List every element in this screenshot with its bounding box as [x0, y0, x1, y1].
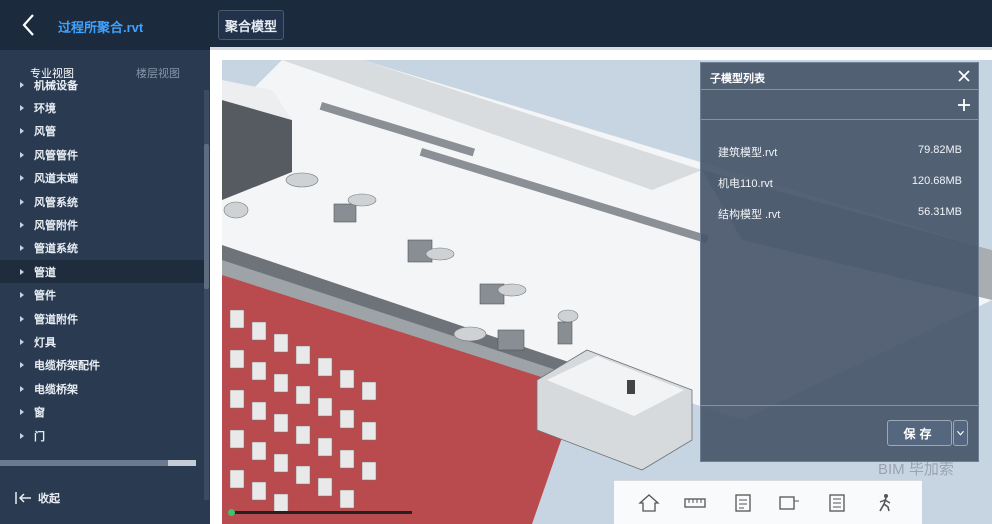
save-button[interactable]: 保存: [887, 420, 952, 446]
chevron-down-icon[interactable]: [953, 420, 968, 446]
sidebar-tree-item[interactable]: 电缆桥架: [0, 377, 204, 400]
sidebar-item-label: 灯具: [34, 336, 56, 349]
caret-right-icon[interactable]: [20, 432, 24, 439]
caret-right-icon[interactable]: [20, 151, 24, 158]
sidebar-item-label: 风管系统: [34, 196, 78, 209]
properties-icon[interactable]: [732, 493, 754, 513]
caret-right-icon[interactable]: [20, 175, 24, 182]
sidebar-item-label: 风道末端: [34, 173, 78, 186]
home-icon[interactable]: [638, 493, 660, 513]
sidebar-tree-item[interactable]: 窗: [0, 401, 204, 424]
sidebar-tree-item[interactable]: 门: [0, 424, 204, 447]
sidebar-tree-item[interactable]: 风道末端: [0, 167, 204, 190]
sidebar-tree-item[interactable]: 风管: [0, 120, 204, 143]
sidebar-tree-item[interactable]: 环境: [0, 96, 204, 119]
measure-icon[interactable]: [684, 493, 706, 513]
sidebar-tree-item[interactable]: 风管系统: [0, 190, 204, 213]
close-icon[interactable]: [956, 68, 972, 84]
vertical-scrollbar-thumb[interactable]: [204, 144, 209, 289]
top-bar: 过程所聚合.rvt 聚合模型: [0, 0, 992, 50]
caret-right-icon[interactable]: [20, 245, 24, 252]
loading-progress-bar: [230, 511, 412, 514]
sidebar-item-label: 管道: [34, 266, 56, 279]
sidebar-item-label: 管道系统: [34, 243, 78, 256]
sidebar: 专业视图 楼层视图 机械设备环境风管风管管件风道末端风管系统风管附件管道系统管道…: [0, 50, 210, 524]
view-toolbar: [614, 480, 922, 524]
sidebar-item-label: 风管管件: [34, 149, 78, 162]
sidebar-item-label: 门: [34, 430, 45, 443]
model-row[interactable]: 机电110.rvt 120.68MB: [718, 175, 962, 191]
sidebar-item-label: 机械设备: [34, 80, 78, 92]
sidebar-tree-item[interactable]: 管道系统: [0, 237, 204, 260]
model-name: 建筑模型.rvt: [718, 147, 778, 159]
caret-right-icon[interactable]: [20, 128, 24, 135]
sidebar-item-label: 管道附件: [34, 313, 78, 326]
model-size: 120.68MB: [911, 175, 962, 187]
sidebar-tabs: 专业视图 楼层视图: [0, 62, 210, 82]
sidebar-tree-item[interactable]: 管道附件: [0, 307, 204, 330]
caret-right-icon[interactable]: [20, 198, 24, 205]
collapse-label: 收起: [38, 493, 60, 505]
collapse-sidebar-button[interactable]: 收起: [14, 488, 60, 508]
sidebar-item-label: 风管附件: [34, 219, 78, 232]
aggregate-model-button[interactable]: 聚合模型: [218, 10, 284, 40]
sub-model-panel: 子模型列表 建筑模型.rvt 79.82MB 机电110.rvt 120.68M…: [700, 62, 979, 462]
caret-right-icon[interactable]: [20, 385, 24, 392]
sidebar-item-label: 环境: [34, 102, 56, 115]
caret-right-icon[interactable]: [20, 104, 24, 111]
model-name: 结构模型 .rvt: [718, 209, 781, 221]
section-box-icon[interactable]: [778, 493, 800, 513]
horizontal-scrollbar-thumb[interactable]: [168, 460, 196, 466]
caret-right-icon[interactable]: [20, 315, 24, 322]
sidebar-item-label: 窗: [34, 407, 45, 420]
sidebar-tree-item[interactable]: 风管附件: [0, 213, 204, 236]
caret-right-icon[interactable]: [20, 268, 24, 275]
caret-right-icon[interactable]: [20, 81, 24, 88]
horizontal-scrollbar-track[interactable]: [0, 460, 196, 466]
collapse-icon: [15, 492, 31, 504]
category-tree: 机械设备环境风管风管管件风道末端风管系统风管附件管道系统管道管件管道附件灯具电缆…: [0, 80, 204, 460]
sidebar-item-label: 管件: [34, 290, 56, 303]
sidebar-tree-item[interactable]: 电缆桥架配件: [0, 354, 204, 377]
model-name: 机电110.rvt: [718, 178, 773, 190]
sidebar-item-label: 风管: [34, 126, 56, 139]
panel-divider: [701, 119, 978, 120]
file-title: 过程所聚合.rvt: [58, 20, 144, 35]
caret-right-icon[interactable]: [20, 221, 24, 228]
model-size: 79.82MB: [917, 144, 962, 156]
sidebar-item-label: 电缆桥架配件: [34, 360, 100, 373]
caret-right-icon[interactable]: [20, 409, 24, 416]
caret-right-icon[interactable]: [20, 292, 24, 299]
walk-icon[interactable]: [874, 493, 896, 513]
panel-title: 子模型列表: [710, 73, 765, 85]
model-row[interactable]: 建筑模型.rvt 79.82MB: [718, 144, 962, 160]
sidebar-tree-item[interactable]: 管道: [0, 260, 204, 284]
list-icon[interactable]: [826, 493, 848, 513]
tab-floor-view[interactable]: 楼层视图: [136, 65, 180, 81]
sidebar-tree-item[interactable]: 管件: [0, 284, 204, 307]
panel-footer-divider: [701, 405, 978, 406]
model-size: 56.31MB: [917, 206, 962, 218]
sidebar-item-label: 电缆桥架: [34, 383, 78, 396]
caret-right-icon[interactable]: [20, 338, 24, 345]
model-row[interactable]: 结构模型 .rvt 56.31MB: [718, 206, 962, 222]
sidebar-tree-item[interactable]: 灯具: [0, 330, 204, 353]
back-arrow-icon[interactable]: [18, 12, 40, 38]
sidebar-tree-item[interactable]: 风管管件: [0, 143, 204, 166]
add-model-icon[interactable]: [956, 97, 972, 113]
sidebar-tree-item[interactable]: 机械设备: [0, 80, 204, 96]
panel-header: 子模型列表: [701, 63, 978, 90]
tab-discipline-view[interactable]: 专业视图: [30, 65, 74, 81]
progress-indicator: [228, 509, 235, 516]
caret-right-icon[interactable]: [20, 362, 24, 369]
